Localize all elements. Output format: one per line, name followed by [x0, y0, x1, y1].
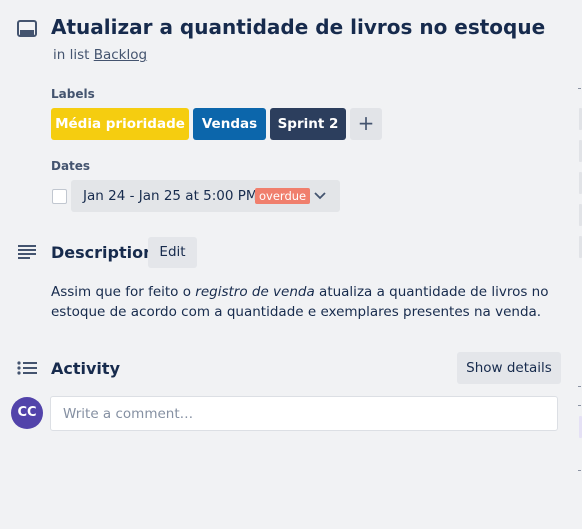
- chevron-down-icon[interactable]: [314, 192, 326, 200]
- card-list-location: in list Backlog: [53, 47, 147, 63]
- sidebar-edge-tick: [578, 88, 581, 89]
- description-heading: Description: [51, 243, 155, 262]
- due-date-checkbox[interactable]: [52, 189, 67, 204]
- list-link[interactable]: Backlog: [94, 47, 147, 63]
- sidebar-edge-tick: [578, 386, 581, 387]
- label-sprint-2[interactable]: Sprint 2: [270, 108, 346, 140]
- card-icon: [17, 20, 37, 38]
- list-prefix: in list: [53, 47, 94, 63]
- avatar[interactable]: CC: [11, 397, 43, 429]
- description-icon: [18, 245, 36, 259]
- label-media-prioridade[interactable]: Média prioridade: [51, 108, 189, 140]
- dates-heading: Dates: [51, 159, 91, 173]
- description-text[interactable]: Assim que for feito o registro de venda …: [51, 282, 551, 322]
- sidebar-edge-tick: [578, 470, 581, 471]
- sidebar-edge: [567, 0, 582, 529]
- activity-heading: Activity: [51, 359, 120, 378]
- show-details-button[interactable]: Show details: [457, 352, 561, 384]
- add-label-button[interactable]: +: [350, 108, 382, 140]
- label-vendas[interactable]: Vendas: [193, 108, 266, 140]
- activity-icon: [17, 361, 37, 375]
- overdue-badge: overdue: [255, 188, 311, 204]
- sidebar-edge-tick: [578, 405, 581, 406]
- labels-heading: Labels: [51, 87, 95, 101]
- card-title[interactable]: Atualizar a quantidade de livros no esto…: [51, 15, 545, 39]
- comment-input[interactable]: Write a comment…: [50, 396, 558, 431]
- dates-value: Jan 24 - Jan 25 at 5:00 PM: [83, 188, 258, 204]
- edit-description-button[interactable]: Edit: [148, 237, 197, 268]
